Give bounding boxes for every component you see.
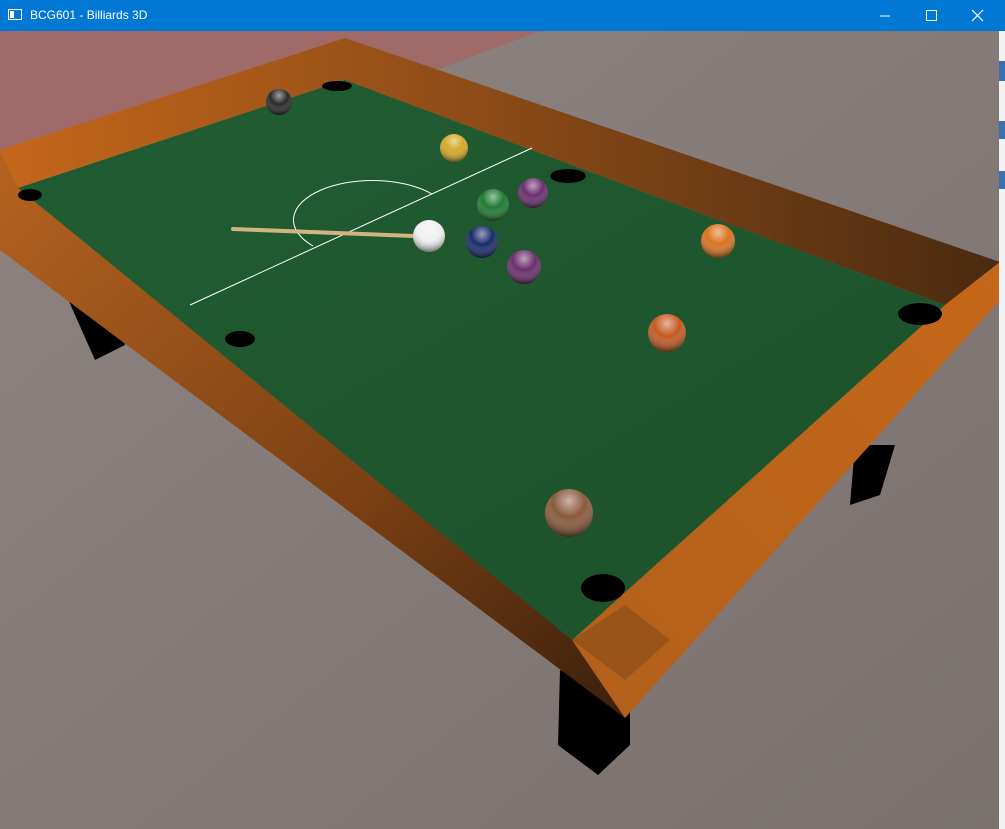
ball-shade (413, 220, 445, 252)
ball-shade (518, 178, 548, 208)
title-bar[interactable]: BCG601 - Billiards 3D (0, 0, 1005, 31)
close-icon (971, 9, 984, 22)
maximize-button[interactable] (908, 0, 954, 31)
ball-shade (477, 189, 509, 221)
minimize-button[interactable] (862, 0, 908, 31)
billiards-3d-viewport[interactable] (0, 31, 1005, 829)
window-title: BCG601 - Billiards 3D (30, 8, 148, 22)
close-button[interactable] (954, 0, 1000, 31)
ball-shade (507, 250, 541, 284)
ball-shade (440, 134, 468, 162)
app-window: BCG601 - Billiards 3D (0, 0, 1005, 829)
ball-shade (266, 89, 292, 115)
pocket (550, 169, 586, 183)
ball-shade (545, 489, 593, 537)
pocket (581, 574, 625, 602)
pocket (322, 81, 352, 91)
pocket (225, 331, 255, 347)
app-icon (8, 9, 22, 20)
strip-mark (999, 171, 1005, 189)
ball-shade (648, 314, 686, 352)
minimize-icon (880, 15, 890, 17)
pocket (18, 189, 42, 201)
ball-shade (466, 226, 498, 258)
strip-mark (999, 121, 1005, 139)
strip-mark (999, 61, 1005, 81)
ball-shade (701, 224, 735, 258)
background-window-edge (999, 31, 1005, 829)
maximize-icon (926, 10, 937, 21)
pocket (898, 303, 942, 325)
